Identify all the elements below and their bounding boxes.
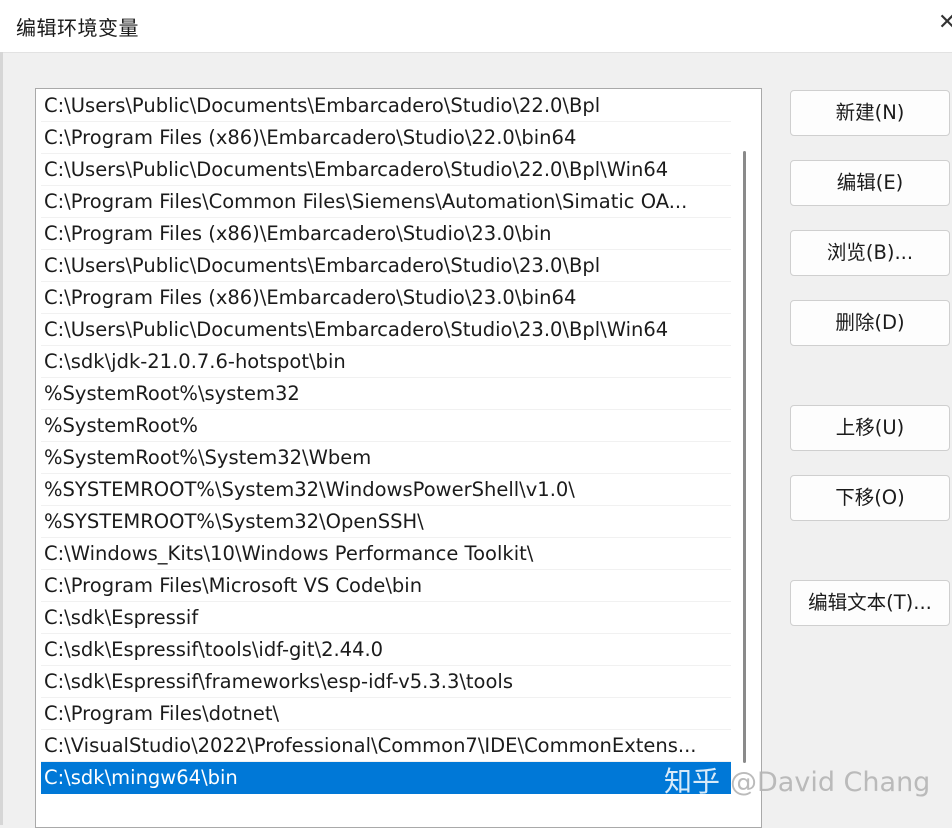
path-row[interactable]: C:\VisualStudio\2022\Professional\Common… (41, 730, 731, 762)
scrollbar-thumb[interactable] (743, 151, 746, 763)
move-up-button[interactable]: 上移(U) (790, 405, 950, 451)
path-row[interactable]: C:\Windows_Kits\10\Windows Performance T… (41, 538, 731, 570)
path-row[interactable]: C:\Program Files (x86)\Embarcadero\Studi… (41, 282, 731, 314)
path-row[interactable]: C:\sdk\Espressif\frameworks\esp-idf-v5.3… (41, 666, 731, 698)
path-row[interactable]: C:\Users\Public\Documents\Embarcadero\St… (41, 154, 731, 186)
path-row[interactable]: C:\Users\Public\Documents\Embarcadero\St… (41, 250, 731, 282)
window-title: 编辑环境变量 (16, 16, 139, 40)
watermark: 知乎 @David Chang (664, 760, 930, 800)
path-row[interactable]: C:\Program Files\Common Files\Siemens\Au… (41, 186, 731, 218)
delete-button[interactable]: 删除(D) (790, 300, 950, 346)
path-row-selected[interactable]: C:\sdk\mingw64\bin (41, 762, 731, 794)
path-row[interactable]: %SYSTEMROOT%\System32\OpenSSH\ (41, 506, 731, 538)
path-row[interactable]: %SystemRoot%\System32\Wbem (41, 442, 731, 474)
path-row[interactable]: C:\Users\Public\Documents\Embarcadero\St… (41, 314, 731, 346)
path-row[interactable]: %SystemRoot%\system32 (41, 378, 731, 410)
close-icon[interactable]: ✕ (938, 10, 952, 35)
path-row[interactable]: C:\Users\Public\Documents\Embarcadero\St… (41, 90, 731, 122)
path-list-box[interactable]: C:\Users\Public\Documents\Embarcadero\St… (35, 88, 762, 828)
title-bar: 编辑环境变量 ✕ (0, 0, 952, 53)
path-row[interactable]: C:\sdk\Espressif\tools\idf-git\2.44.0 (41, 634, 731, 666)
path-row[interactable]: %SystemRoot% (41, 410, 731, 442)
watermark-site: 知乎 (664, 765, 721, 798)
new-button[interactable]: 新建(N) (790, 90, 950, 136)
path-row[interactable]: C:\Program Files\dotnet\ (41, 698, 731, 730)
move-down-button[interactable]: 下移(O) (790, 475, 950, 521)
path-row[interactable]: C:\sdk\Espressif (41, 602, 731, 634)
path-row[interactable]: C:\Program Files (x86)\Embarcadero\Studi… (41, 218, 731, 250)
window-left-edge (0, 52, 3, 825)
path-row[interactable]: %SYSTEMROOT%\System32\WindowsPowerShell\… (41, 474, 731, 506)
path-row[interactable]: C:\sdk\jdk-21.0.7.6-hotspot\bin (41, 346, 731, 378)
path-row[interactable]: C:\Program Files\Microsoft VS Code\bin (41, 570, 731, 602)
edit-text-button[interactable]: 编辑文本(T)... (790, 580, 950, 626)
browse-button[interactable]: 浏览(B)... (790, 230, 950, 276)
watermark-user: @David Chang (730, 767, 931, 798)
path-list[interactable]: C:\Users\Public\Documents\Embarcadero\St… (41, 90, 731, 794)
edit-button[interactable]: 编辑(E) (790, 160, 950, 206)
path-row[interactable]: C:\Program Files (x86)\Embarcadero\Studi… (41, 122, 731, 154)
list-scrollbar[interactable] (733, 89, 761, 827)
edit-env-variable-dialog: 编辑环境变量 ✕ C:\Users\Public\Documents\Embar… (0, 0, 952, 828)
